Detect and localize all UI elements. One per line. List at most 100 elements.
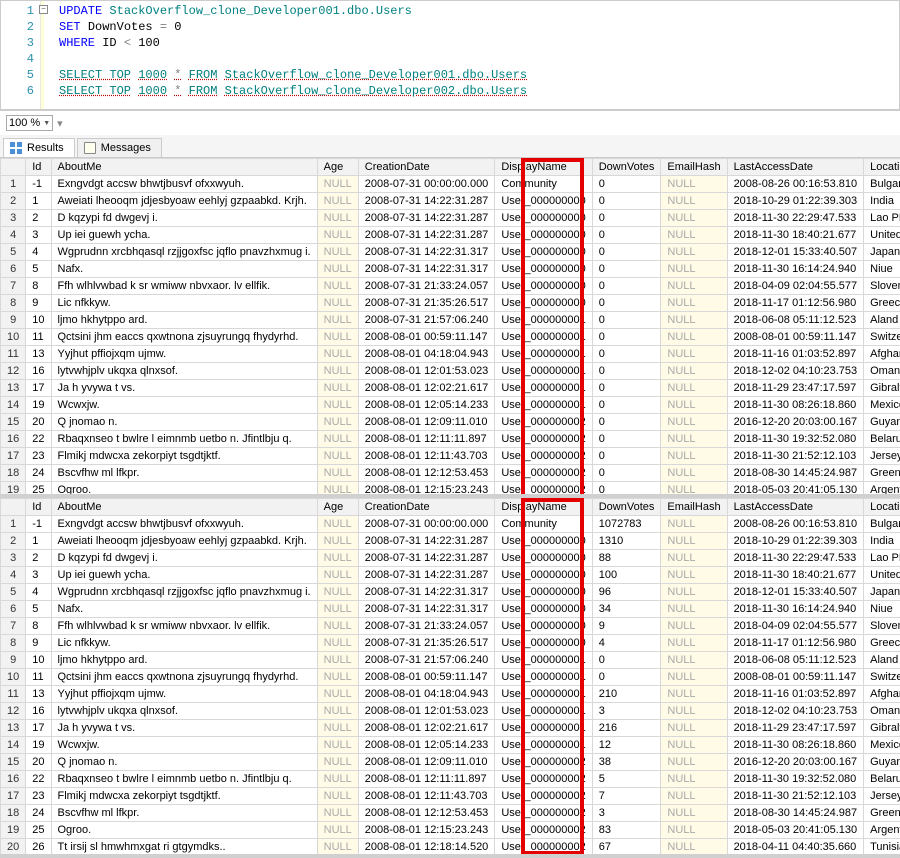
cell[interactable]: 2008-08-01 00:59:11.147 <box>727 669 864 686</box>
cell[interactable]: Argentina <box>864 482 900 499</box>
cell[interactable]: Rbaqxnseo t bwlre l eimnmb uetbo n. Jfin… <box>51 431 317 448</box>
row-number[interactable]: 13 <box>1 720 26 737</box>
cell[interactable]: NULL <box>317 312 358 329</box>
cell[interactable]: Nafx. <box>51 261 317 278</box>
cell[interactable]: 2008-08-01 12:02:21.617 <box>358 720 495 737</box>
cell[interactable]: User_000000002 <box>495 465 592 482</box>
cell[interactable]: Aland Islands <box>864 312 900 329</box>
cell[interactable]: 2008-08-26 00:16:53.810 <box>727 176 864 193</box>
cell[interactable]: 2018-08-30 14:45:24.987 <box>727 805 864 822</box>
cell[interactable]: 2008-08-01 00:59:11.147 <box>358 669 495 686</box>
cell[interactable]: Community <box>495 176 592 193</box>
cell[interactable]: NULL <box>317 754 358 771</box>
cell[interactable]: Guyana <box>864 754 900 771</box>
cell[interactable]: 2018-06-08 05:11:12.523 <box>727 312 864 329</box>
cell[interactable]: Rbaqxnseo t bwlre l eimnmb uetbo n. Jfin… <box>51 771 317 788</box>
cell[interactable]: India <box>864 533 900 550</box>
cell[interactable]: NULL <box>317 822 358 839</box>
cell[interactable]: 2008-08-01 12:12:53.453 <box>358 805 495 822</box>
row-number[interactable]: 2 <box>1 533 26 550</box>
cell[interactable]: 19 <box>26 397 51 414</box>
cell[interactable]: 2008-07-31 21:33:24.057 <box>358 618 495 635</box>
cell[interactable]: NULL <box>317 193 358 210</box>
cell[interactable]: NULL <box>661 312 727 329</box>
cell[interactable]: Slovenia <box>864 278 900 295</box>
cell[interactable]: User_000000002 <box>495 448 592 465</box>
cell[interactable]: 2018-11-30 18:40:21.677 <box>727 227 864 244</box>
cell[interactable]: 2008-08-01 12:02:21.617 <box>358 380 495 397</box>
cell[interactable]: Community <box>495 516 592 533</box>
cell[interactable]: 0 <box>592 448 661 465</box>
table-row[interactable]: 65Nafx.NULL2008-07-31 14:22:31.317User_0… <box>1 601 900 618</box>
cell[interactable]: NULL <box>661 244 727 261</box>
cell[interactable]: Bscvfhw ml lfkpr. <box>51 805 317 822</box>
cell[interactable]: NULL <box>317 465 358 482</box>
cell[interactable]: 0 <box>592 397 661 414</box>
cell[interactable]: NULL <box>661 652 727 669</box>
tab-messages[interactable]: Messages <box>77 138 162 157</box>
cell[interactable]: 2018-11-16 01:03:52.897 <box>727 686 864 703</box>
table-row[interactable]: 1824Bscvfhw ml lfkpr.NULL2008-08-01 12:1… <box>1 465 900 482</box>
cell[interactable]: Slovenia <box>864 618 900 635</box>
row-number[interactable]: 1 <box>1 516 26 533</box>
table-row[interactable]: 1011Qctsini jhm eaccs qxwtnona zjsuyrung… <box>1 329 900 346</box>
cell[interactable]: 3 <box>26 227 51 244</box>
cell[interactable]: Yyjhut pffiojxqm ujmw. <box>51 686 317 703</box>
cell[interactable]: NULL <box>661 210 727 227</box>
table-row[interactable]: 2026Tt irsij sl hmwhmxgat ri gtgymdks..N… <box>1 839 900 856</box>
cell[interactable]: 2008-07-31 14:22:31.287 <box>358 193 495 210</box>
cell[interactable]: 2008-08-01 12:11:43.703 <box>358 448 495 465</box>
cell[interactable]: Ja h yvywa t vs. <box>51 380 317 397</box>
cell[interactable]: lytvwhjplv ukqxa qlnxsof. <box>51 363 317 380</box>
cell[interactable]: 0 <box>592 465 661 482</box>
cell[interactable]: NULL <box>661 805 727 822</box>
cell[interactable]: NULL <box>317 261 358 278</box>
col-header[interactable]: Location <box>864 499 900 516</box>
col-header[interactable]: AboutMe <box>51 159 317 176</box>
cell[interactable]: 0 <box>592 176 661 193</box>
cell[interactable]: 1310 <box>592 533 661 550</box>
cell[interactable]: NULL <box>661 703 727 720</box>
table-row[interactable]: 1-1Exngvdgt accsw bhwtjbusvf ofxxwyuh.NU… <box>1 516 900 533</box>
cell[interactable]: 9 <box>592 618 661 635</box>
cell[interactable]: 2008-07-31 21:57:06.240 <box>358 652 495 669</box>
cell[interactable]: 3 <box>592 703 661 720</box>
cell[interactable]: NULL <box>317 652 358 669</box>
cell[interactable]: NULL <box>317 363 358 380</box>
table-row[interactable]: 65Nafx.NULL2008-07-31 14:22:31.317User_0… <box>1 261 900 278</box>
table-row[interactable]: 21Aweiati lheooqm jdjesbyoaw eehlyj gzpa… <box>1 533 900 550</box>
col-header[interactable]: EmailHash <box>661 499 727 516</box>
cell[interactable]: 0 <box>592 669 661 686</box>
cell[interactable]: Qctsini jhm eaccs qxwtnona zjsuyrungq fh… <box>51 669 317 686</box>
cell[interactable]: 0 <box>592 431 661 448</box>
row-number[interactable]: 5 <box>1 584 26 601</box>
row-number[interactable]: 10 <box>1 329 26 346</box>
cell[interactable]: 2008-08-01 12:11:43.703 <box>358 788 495 805</box>
cell[interactable]: Afghanistan <box>864 346 900 363</box>
cell[interactable]: 22 <box>26 431 51 448</box>
cell[interactable]: 2018-11-30 08:26:18.860 <box>727 397 864 414</box>
cell[interactable]: Tt irsij sl hmwhmxgat ri gtgymdks.. <box>51 839 317 856</box>
row-number[interactable]: 16 <box>1 431 26 448</box>
cell[interactable]: NULL <box>661 465 727 482</box>
cell[interactable]: 2008-08-01 12:11:11.897 <box>358 771 495 788</box>
cell[interactable]: NULL <box>661 669 727 686</box>
cell[interactable]: Exngvdgt accsw bhwtjbusvf ofxxwyuh. <box>51 176 317 193</box>
cell[interactable]: 19 <box>26 737 51 754</box>
cell[interactable]: 24 <box>26 805 51 822</box>
results-grid-1[interactable]: IdAboutMeAgeCreationDateDisplayNameDownV… <box>0 158 900 498</box>
col-header[interactable]: DownVotes <box>592 499 661 516</box>
cell[interactable]: 1 <box>26 193 51 210</box>
table-row[interactable]: 1011Qctsini jhm eaccs qxwtnona zjsuyrung… <box>1 669 900 686</box>
col-header[interactable]: AboutMe <box>51 499 317 516</box>
cell[interactable]: 4 <box>592 635 661 652</box>
cell[interactable]: Flmikj mdwcxa zekorpiyt tsgdtjktf. <box>51 448 317 465</box>
cell[interactable]: 2018-10-29 01:22:39.303 <box>727 193 864 210</box>
cell[interactable]: 4 <box>26 584 51 601</box>
cell[interactable]: 0 <box>592 278 661 295</box>
cell[interactable]: 7 <box>592 788 661 805</box>
col-header[interactable]: DownVotes <box>592 159 661 176</box>
row-number[interactable]: 3 <box>1 550 26 567</box>
cell[interactable]: Yyjhut pffiojxqm ujmw. <box>51 346 317 363</box>
cell[interactable]: 2018-04-09 02:04:55.577 <box>727 618 864 635</box>
